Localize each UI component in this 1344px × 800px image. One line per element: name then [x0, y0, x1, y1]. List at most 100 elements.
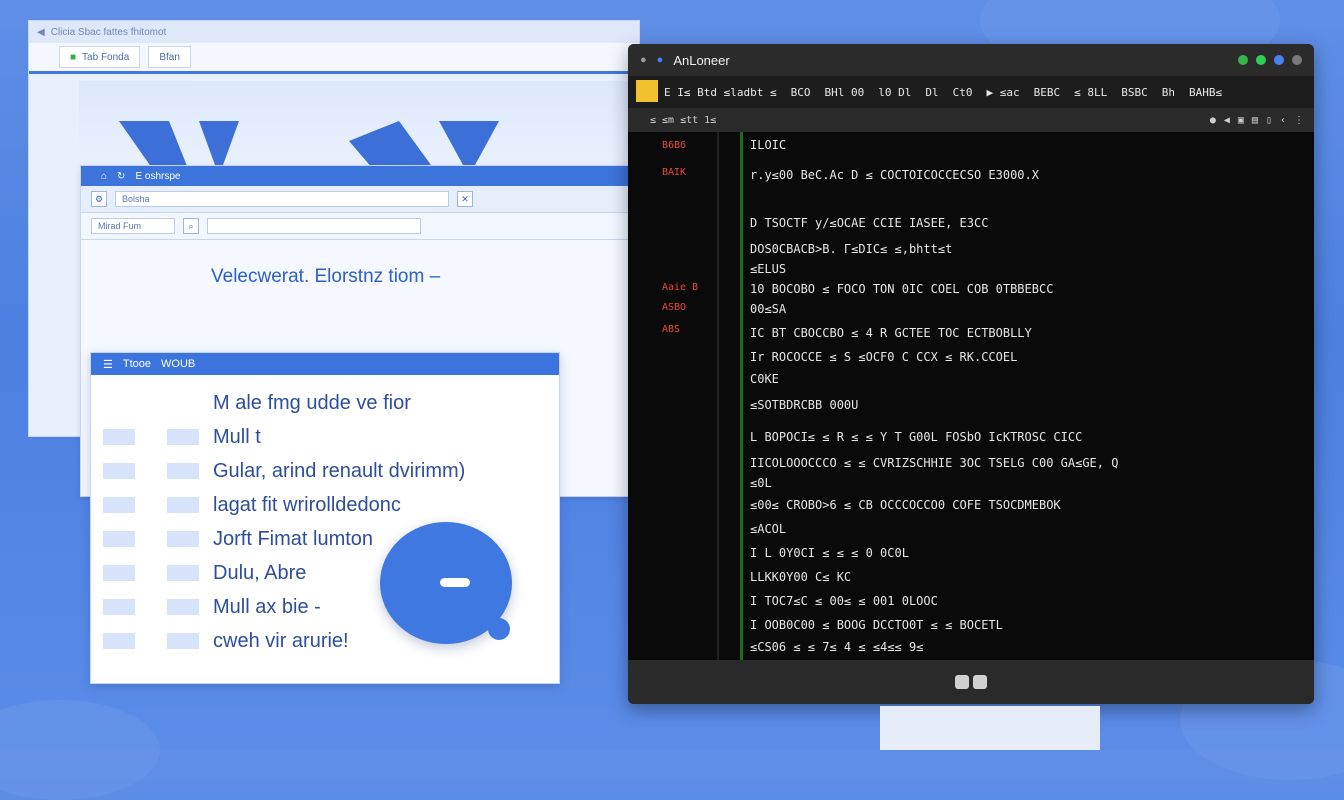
scroll-left-button[interactable] — [955, 675, 969, 689]
maximize-button[interactable] — [1256, 55, 1266, 65]
tab-second[interactable]: Bfan — [148, 46, 191, 68]
menu-item[interactable]: Dl — [925, 86, 938, 99]
row-thumb — [103, 565, 135, 581]
settings-icon[interactable]: ⚙ — [91, 191, 107, 207]
tab-icon[interactable]: ▯ — [1266, 115, 1272, 126]
list-item-text: Gular, arind renault dvirimm) — [213, 459, 466, 482]
list-item[interactable]: M ale fmg udde ve fior — [91, 387, 551, 419]
code-line: I OOB0C00 ≤ BOOG DCCTO0T ≤ ≤ BOCETL — [750, 618, 1003, 632]
row-thumb — [167, 633, 199, 649]
code-line: ≤CS06 ≤ ≤ 7≤ 4 ≤ ≤4≤≤ 9≤ — [750, 640, 924, 654]
filter-field[interactable]: Mirad Fum — [91, 218, 175, 234]
side-label: BAIK — [662, 167, 687, 178]
list-item-text: Mull ax bie - — [213, 595, 321, 618]
row-thumb — [103, 429, 135, 445]
split-icon[interactable]: ▤ — [1252, 115, 1258, 126]
terminal-output[interactable]: B6B6 BAIK Aaie B ASBO ABS ILOIC r.y≤00 B… — [628, 132, 1314, 660]
chat-bubble-icon[interactable] — [380, 522, 512, 644]
nav-bar: ⌂ ↻ E oshrspe — [81, 166, 631, 186]
minimize-button[interactable] — [1238, 55, 1248, 65]
list-item[interactable]: lagat fit wrirolldedonc — [91, 489, 551, 521]
refresh-icon[interactable]: ↻ — [117, 171, 125, 182]
close-icon[interactable]: ● — [640, 54, 647, 66]
code-line: 10 BOCOBO ≤ FOCO TON 0IC COEL COB 0TBBEB… — [750, 282, 1054, 296]
address-text: Bolsha — [122, 194, 150, 204]
list-item-text: M ale fmg udde ve fior — [213, 391, 411, 414]
menu-item[interactable]: BSBC — [1121, 86, 1148, 99]
monitor-stand — [880, 706, 1100, 750]
row-thumb — [167, 531, 199, 547]
row-thumb — [167, 429, 199, 445]
menu-item[interactable]: Bh — [1162, 86, 1175, 99]
code-line: ≤SOTBDRCBB 000U — [750, 398, 859, 412]
back-icon[interactable]: ◀ — [37, 27, 45, 38]
row-thumb — [103, 463, 135, 479]
code-line: Ir ROCOCCE ≤ S ≤OCF0 C CCX ≤ RK.CCOEL — [750, 350, 1018, 364]
side-label: Aaie B — [662, 282, 699, 293]
chevron-left-icon[interactable]: ‹ — [1280, 115, 1286, 126]
scroll-right-button[interactable] — [973, 675, 987, 689]
terminal-toolbar: ≤ ≤m ≤tt 1≤ ● ◀ ▣ ▤ ▯ ‹ ⋮ — [628, 108, 1314, 132]
list-item-text: Mull t — [213, 425, 261, 448]
address-toolbar: ⚙ Bolsha ✕ — [81, 186, 631, 213]
window-title: Clicia Sbac fattes fhitomot — [50, 26, 167, 38]
toolbar-icons: ● ◀ ▣ ▤ ▯ ‹ ⋮ — [1210, 115, 1314, 126]
tab-label: Tab Fonda — [82, 51, 130, 63]
code-line: I TOC7≤C ≤ 00≤ ≤ 001 0LOOC — [750, 594, 938, 608]
row-thumb — [103, 531, 135, 547]
row-thumb — [167, 599, 199, 615]
row-thumb — [103, 599, 135, 615]
search-icon[interactable]: ⌕ — [183, 218, 199, 234]
list-item-text: cweh vir arurie! — [213, 629, 349, 652]
menu-item[interactable]: ≤ 8LL — [1074, 86, 1107, 99]
address-bar[interactable]: Bolsha — [115, 191, 449, 207]
menu-icon[interactable]: ☰ — [103, 358, 113, 371]
search-input[interactable] — [207, 218, 421, 234]
code-line: C0KE — [750, 372, 779, 386]
menu-item[interactable]: l0 Dl — [878, 86, 911, 99]
window-controls — [1238, 55, 1302, 65]
menu-item[interactable]: ▶ ≤ac — [986, 86, 1019, 99]
list-item-text: lagat fit wrirolldedonc — [213, 493, 401, 516]
menu-item[interactable]: Ct0 — [953, 86, 973, 99]
filter-toolbar: Mirad Fum ⌕ — [81, 213, 631, 240]
fullscreen-button[interactable] — [1274, 55, 1284, 65]
code-line: ≤00≤ CROBO>6 ≤ CB OCCCOCCO0 COFE TSOCDME… — [750, 498, 1061, 512]
toolbar-text: ≤ ≤m ≤tt 1≤ — [650, 114, 717, 126]
background-blob — [0, 700, 160, 800]
code-line: D TSOCTF y/≤OCAE CCIE IASEE, E3CC — [750, 216, 989, 230]
code-line: ≤ELUS — [750, 262, 787, 276]
menu-item[interactable]: BAHB≤ — [1189, 86, 1222, 99]
code-line: 00≤SA — [750, 302, 787, 316]
window-icon[interactable]: ▣ — [1238, 115, 1244, 126]
code-line: DOS0CBACB>B. Γ≤DIC≤ ≤,bhtt≤t — [750, 242, 953, 256]
menu-item[interactable]: BHl 00 — [824, 86, 864, 99]
more-icon[interactable]: ⋮ — [1294, 115, 1304, 126]
list-item[interactable]: Gular, arind renault dvirimm) — [91, 455, 551, 487]
code-line: IICOLOOOCCCO ≤ ≤ CVRIZSCHHIE 3OC TSELG C… — [750, 456, 1119, 470]
close-icon[interactable]: ✕ — [457, 191, 473, 207]
list-item-text: Dulu, Abre — [213, 561, 307, 584]
home-icon[interactable]: ⌂ — [101, 171, 107, 182]
browser-titlebar: ◀ Clicia Sbac fattes fhitomot — [29, 21, 639, 43]
menu-item[interactable]: BEBC — [1034, 86, 1061, 99]
code-line: L BOPOCI≤ ≤ R ≤ ≤ Y T G00L FOSbO IcKTROS… — [750, 430, 1083, 444]
row-thumb — [167, 463, 199, 479]
row-thumb — [167, 565, 199, 581]
tab-active[interactable]: ■ Tab Fonda — [59, 46, 141, 68]
terminal-menubar: E I≤ Btd ≤ladbt ≤ BCO BHl 00 l0 Dl Dl Ct… — [628, 76, 1314, 108]
change-gutter — [740, 132, 743, 660]
terminal-footer — [628, 660, 1314, 704]
chat-tail — [488, 618, 510, 640]
record-icon[interactable]: ● — [1210, 115, 1216, 126]
list-item[interactable]: Mull t — [91, 421, 551, 453]
gutter-divider — [717, 132, 719, 660]
back-icon[interactable]: ◀ — [1224, 115, 1230, 126]
info-icon[interactable]: ● — [657, 54, 664, 66]
code-line: LLKK0Y00 C≤ KC — [750, 570, 852, 584]
menu-item[interactable]: BCO — [791, 86, 811, 99]
close-button[interactable] — [1292, 55, 1302, 65]
menu-item[interactable]: E I≤ Btd ≤ladbt ≤ — [664, 86, 777, 99]
app-icon — [636, 80, 658, 102]
code-line: ≤ACOL — [750, 522, 787, 536]
